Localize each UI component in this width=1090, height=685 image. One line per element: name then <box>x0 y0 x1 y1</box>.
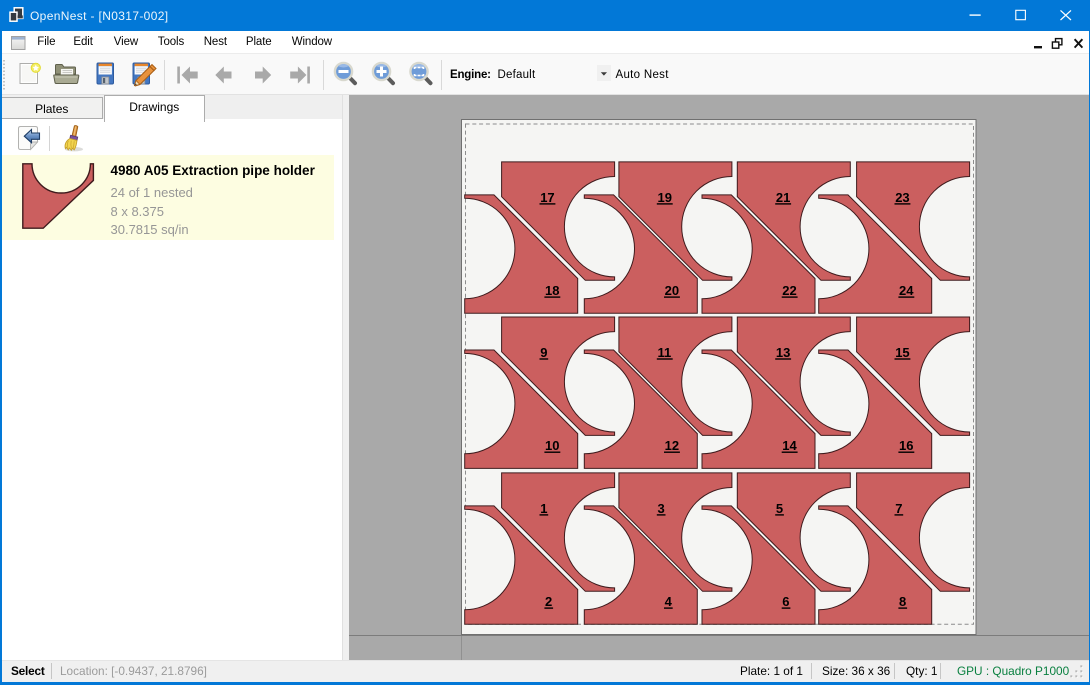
svg-text:1: 1 <box>540 501 547 516</box>
svg-text:20: 20 <box>665 283 679 298</box>
svg-text:7: 7 <box>895 501 902 516</box>
svg-text:4: 4 <box>665 594 673 609</box>
svg-text:24: 24 <box>899 283 914 298</box>
svg-text:2: 2 <box>545 594 552 609</box>
svg-text:19: 19 <box>658 190 672 205</box>
svg-text:11: 11 <box>658 345 672 360</box>
svg-text:14: 14 <box>782 438 797 453</box>
svg-text:16: 16 <box>899 438 913 453</box>
svg-text:9: 9 <box>540 345 547 360</box>
svg-text:15: 15 <box>895 345 909 360</box>
svg-text:21: 21 <box>776 190 790 205</box>
svg-text:3: 3 <box>658 501 665 516</box>
svg-text:22: 22 <box>782 283 796 298</box>
svg-text:12: 12 <box>665 438 679 453</box>
svg-text:13: 13 <box>776 345 790 360</box>
svg-text:23: 23 <box>895 190 909 205</box>
svg-text:10: 10 <box>545 438 559 453</box>
svg-text:18: 18 <box>545 283 559 298</box>
svg-text:8: 8 <box>899 594 906 609</box>
svg-text:17: 17 <box>540 190 554 205</box>
svg-text:6: 6 <box>782 594 789 609</box>
svg-text:5: 5 <box>776 501 783 516</box>
